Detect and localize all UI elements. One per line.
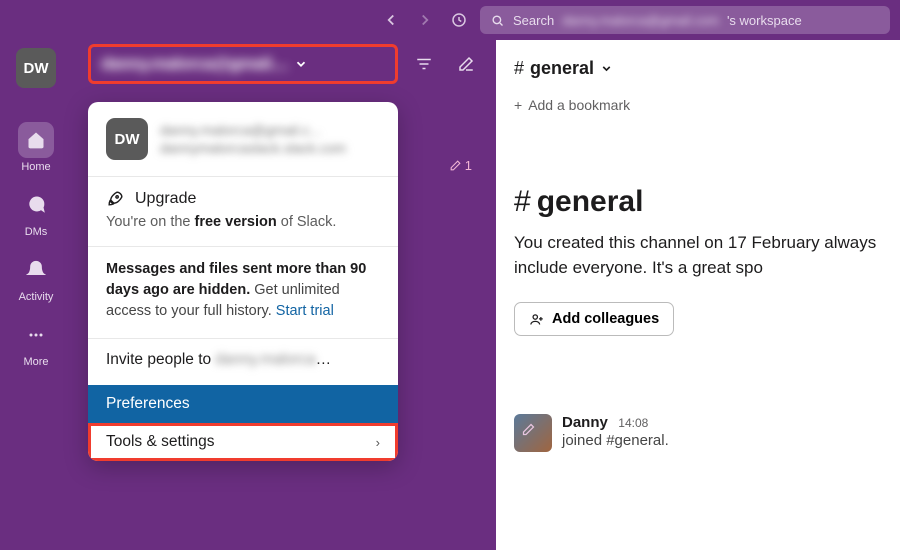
search-workspace-blur: danny.malorca@gmail.com xyxy=(562,13,719,28)
rail-more[interactable]: More xyxy=(8,317,64,368)
search-icon xyxy=(490,13,505,28)
activity-icon xyxy=(18,252,54,288)
message-time: 14:08 xyxy=(618,416,648,430)
rail-label: Home xyxy=(21,161,50,173)
chevron-right-icon: › xyxy=(376,435,380,450)
rail-home[interactable]: Home xyxy=(8,122,64,173)
rail-dms[interactable]: DMs xyxy=(8,187,64,238)
search-label: Search xyxy=(513,13,554,28)
add-person-icon xyxy=(529,312,544,327)
chevron-down-icon xyxy=(600,62,613,75)
dms-icon xyxy=(18,187,54,223)
hash-icon: # xyxy=(514,58,524,79)
workspace-name: danny.malorca@gmail.... xyxy=(101,54,288,74)
add-colleagues-button[interactable]: Add colleagues xyxy=(514,302,674,336)
menu-header[interactable]: DW danny.malorca@gmail.c... dannymalorca… xyxy=(88,102,398,176)
channel-description: You created this channel on 17 February … xyxy=(514,231,900,280)
channel-title: # general xyxy=(514,185,900,219)
upgrade-subtext: You're on the free version of Slack. xyxy=(106,214,380,230)
menu-preferences[interactable]: Preferences xyxy=(88,385,398,423)
rail-label: More xyxy=(23,356,48,368)
search-suffix: 's workspace xyxy=(727,13,802,28)
filter-button[interactable] xyxy=(408,48,440,80)
message-row[interactable]: Danny 14:08 joined #general. xyxy=(496,396,900,470)
menu-ws-url: dannymalorcaslack.slack.com xyxy=(160,139,346,157)
left-rail: DW Home DMs Activity More xyxy=(0,40,72,550)
search-input[interactable]: Search danny.malorca@gmail.com 's worksp… xyxy=(480,6,890,34)
message-author[interactable]: Danny xyxy=(562,414,608,431)
pencil-icon xyxy=(449,159,462,172)
menu-ws-name: danny.malorca@gmail.c... xyxy=(160,121,346,139)
pencil-icon xyxy=(521,422,536,442)
start-trial-link[interactable]: Start trial xyxy=(276,303,334,319)
menu-avatar: DW xyxy=(106,118,148,160)
hash-icon: # xyxy=(514,185,531,219)
home-icon xyxy=(18,122,54,158)
more-icon xyxy=(18,317,54,353)
compose-button[interactable] xyxy=(450,48,482,80)
rail-activity[interactable]: Activity xyxy=(8,252,64,303)
upgrade-label: Upgrade xyxy=(135,190,196,208)
menu-invite[interactable]: Invite people to danny.malorca … xyxy=(88,338,398,385)
add-bookmark-button[interactable]: + Add a bookmark xyxy=(514,97,882,113)
channel-header[interactable]: # general xyxy=(514,58,882,79)
draft-indicator[interactable]: 1 xyxy=(449,158,472,173)
nav-back-button[interactable] xyxy=(378,7,404,33)
chevron-down-icon xyxy=(294,57,308,71)
workspace-switcher[interactable]: danny.malorca@gmail.... xyxy=(88,44,398,84)
nav-forward-button[interactable] xyxy=(412,7,438,33)
rail-label: DMs xyxy=(25,226,48,238)
workspace-menu: DW danny.malorca@gmail.c... dannymalorca… xyxy=(88,102,398,461)
plus-icon: + xyxy=(514,97,522,113)
menu-tools-settings[interactable]: Tools & settings › xyxy=(88,423,398,461)
menu-upgrade[interactable]: Upgrade You're on the free version of Sl… xyxy=(88,176,398,246)
rocket-icon xyxy=(106,189,125,208)
workspace-avatar[interactable]: DW xyxy=(16,48,56,88)
rail-label: Activity xyxy=(19,291,54,303)
message-text: joined #general. xyxy=(562,432,669,449)
menu-history-notice: Messages and files sent more than 90 day… xyxy=(88,246,398,338)
history-button[interactable] xyxy=(446,7,472,33)
